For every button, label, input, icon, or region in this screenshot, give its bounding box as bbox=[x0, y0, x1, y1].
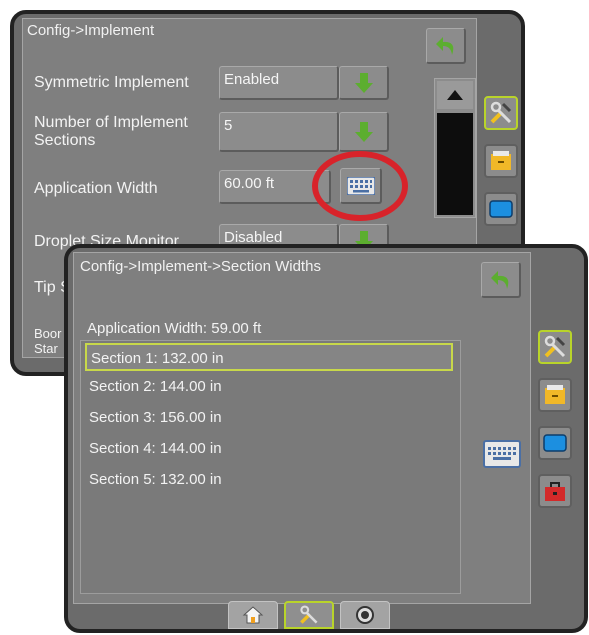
back-button[interactable] bbox=[426, 28, 466, 64]
section-widths-screen: Config->Implement->Section Widths Applic… bbox=[64, 244, 588, 633]
back-arrow-icon bbox=[435, 36, 453, 55]
list-item[interactable]: Section 2: 144.00 in bbox=[85, 373, 222, 401]
down-arrow-icon bbox=[354, 72, 373, 93]
scrollbar[interactable] bbox=[434, 78, 476, 218]
storage-box-icon bbox=[491, 151, 511, 170]
display-icon bbox=[489, 200, 513, 218]
back-button[interactable] bbox=[481, 262, 521, 298]
down-arrow-icon bbox=[354, 121, 373, 142]
application-width-label: Application Width bbox=[34, 180, 158, 197]
highlight-ring bbox=[312, 151, 408, 221]
symmetric-implement-value[interactable]: Enabled bbox=[219, 66, 339, 100]
application-width-text: Application Width: 59.00 ft bbox=[87, 320, 262, 337]
section-list: Section 1: 132.00 in Section 2: 144.00 i… bbox=[80, 340, 461, 594]
target-tab[interactable] bbox=[340, 601, 390, 629]
home-icon bbox=[242, 606, 264, 624]
tools-icon bbox=[490, 101, 512, 124]
screen-title: Config->Implement->Section Widths bbox=[80, 258, 321, 275]
tools-bottom-tab[interactable] bbox=[284, 601, 334, 629]
list-item[interactable]: Section 5: 132.00 in bbox=[85, 466, 222, 494]
display-icon bbox=[543, 434, 567, 452]
keyboard-icon bbox=[488, 447, 516, 460]
display-tab-button[interactable] bbox=[538, 426, 572, 460]
list-item[interactable]: Section 1: 132.00 in bbox=[85, 343, 453, 371]
target-icon bbox=[356, 606, 374, 624]
toolbox-icon bbox=[545, 482, 565, 501]
display-tab-button[interactable] bbox=[484, 192, 518, 226]
symmetric-implement-label: Symmetric Implement bbox=[34, 74, 189, 91]
tools-tab-button[interactable] bbox=[484, 96, 518, 130]
triangle-up-icon bbox=[447, 90, 463, 100]
screen-title: Config->Implement bbox=[27, 22, 155, 39]
scroll-track[interactable] bbox=[437, 113, 473, 215]
keyboard-button[interactable] bbox=[483, 440, 521, 468]
storage-tab-button[interactable] bbox=[484, 144, 518, 178]
list-item[interactable]: Section 3: 156.00 in bbox=[85, 404, 222, 432]
tools-icon bbox=[544, 335, 566, 358]
scroll-up-button[interactable] bbox=[437, 81, 473, 109]
list-item[interactable]: Section 4: 144.00 in bbox=[85, 435, 222, 463]
storage-box-icon bbox=[545, 385, 565, 404]
home-tab[interactable] bbox=[228, 601, 278, 629]
number-of-sections-label: Number of Implement Sections bbox=[34, 114, 188, 149]
toolbox-tab-button[interactable] bbox=[538, 474, 572, 508]
storage-tab-button[interactable] bbox=[538, 378, 572, 412]
tools-tab-button[interactable] bbox=[538, 330, 572, 364]
tools-icon bbox=[300, 605, 318, 624]
back-arrow-icon bbox=[490, 270, 508, 289]
symmetric-implement-dropdown-button[interactable] bbox=[339, 66, 389, 100]
